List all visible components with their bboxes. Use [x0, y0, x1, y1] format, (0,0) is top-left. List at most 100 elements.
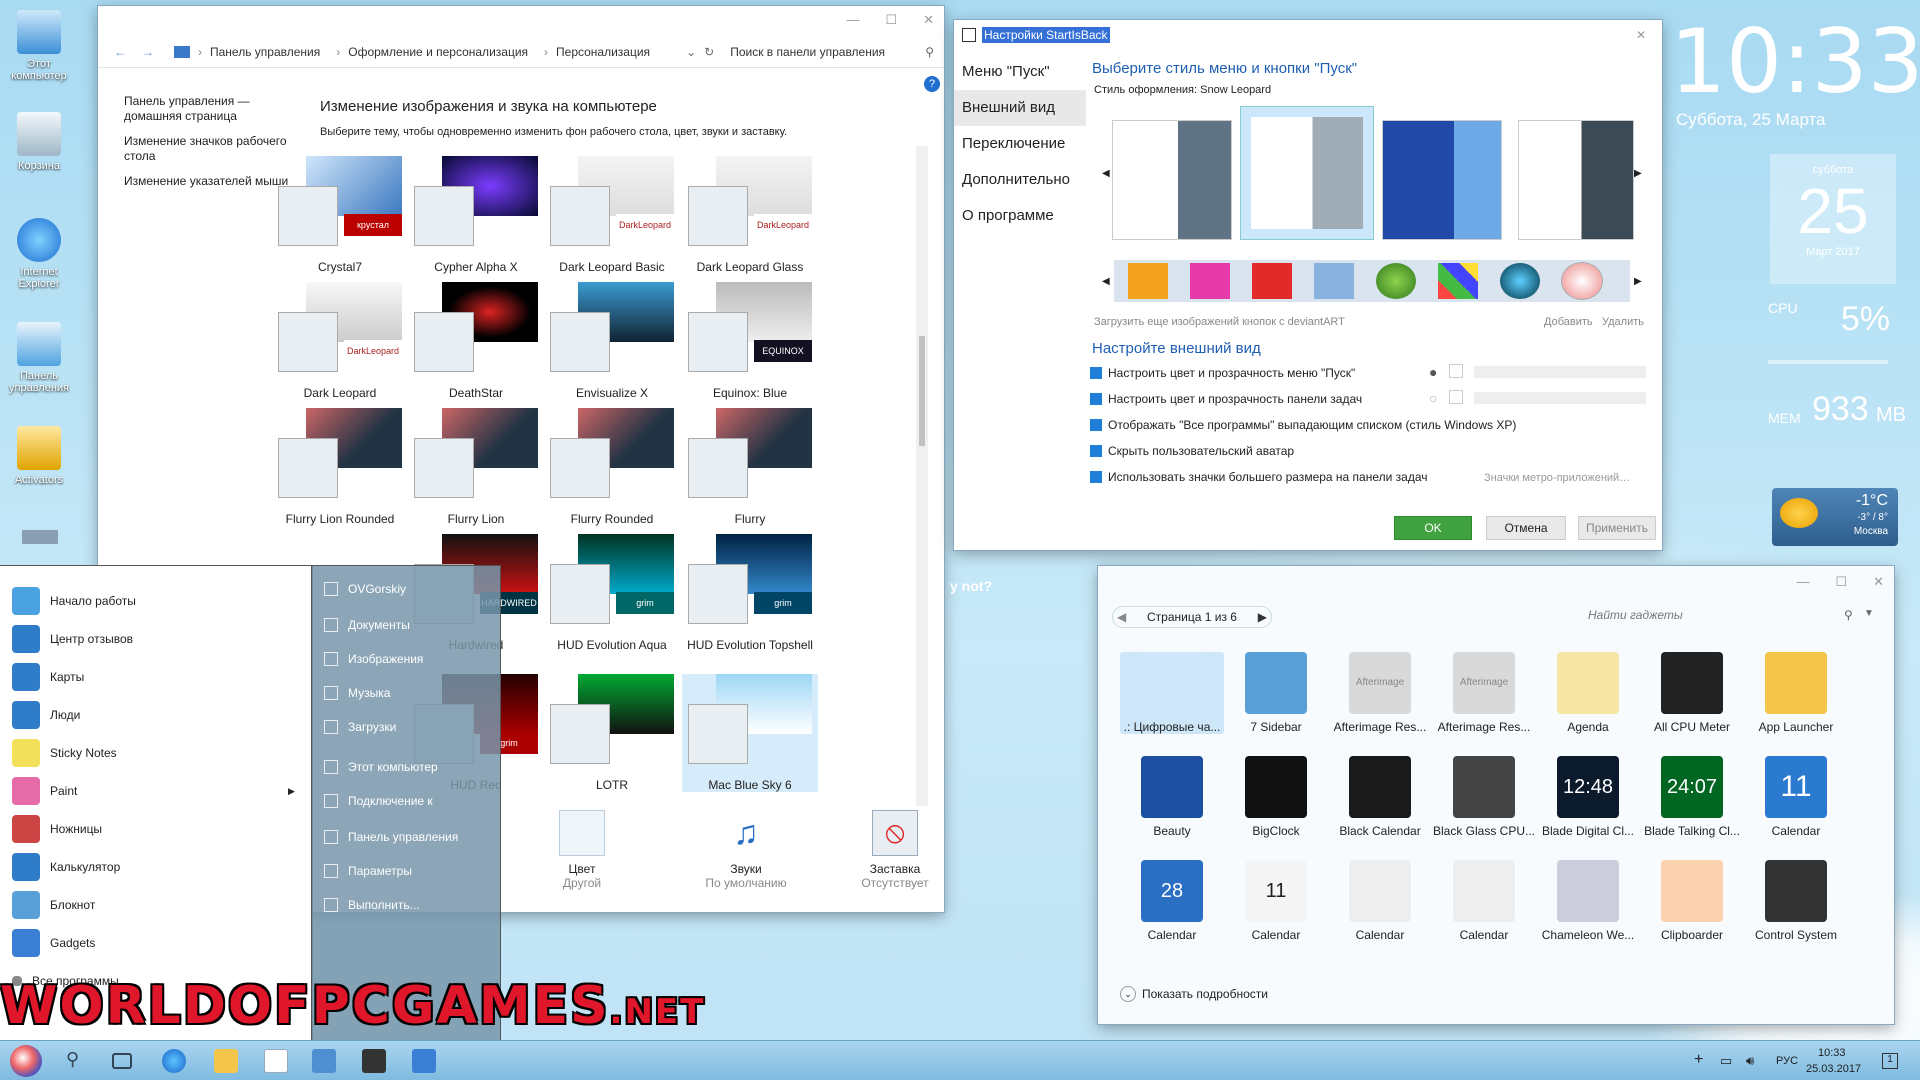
theme-item[interactable]: DeathStar: [408, 282, 544, 400]
close-icon[interactable]: ✕: [1873, 574, 1884, 590]
metro-icons-link[interactable]: Значки метро-приложений…: [1484, 472, 1630, 484]
sounds-setting[interactable]: ♫ Звуки По умолчанию: [676, 810, 816, 890]
search-icon[interactable]: ⚲: [1844, 608, 1853, 622]
theme-item[interactable]: DarkLeopard Dark Leopard Glass: [682, 156, 818, 274]
theme-item[interactable]: Flurry Lion: [408, 408, 544, 526]
theme-item[interactable]: Flurry Rounded: [544, 408, 680, 526]
network-icon[interactable]: ▭: [1720, 1053, 1732, 1069]
checkbox[interactable]: [1090, 445, 1102, 457]
option-all-programs-xp[interactable]: Отображать "Все программы" выпадающим сп…: [1090, 418, 1516, 432]
color-swatch-menu[interactable]: [1449, 364, 1463, 378]
color-setting[interactable]: Цвет Другой: [522, 810, 642, 890]
language-indicator[interactable]: РУС: [1776, 1055, 1798, 1067]
edge-icon[interactable]: [162, 1049, 186, 1073]
opacity-slider-taskbar[interactable]: [1474, 392, 1646, 404]
orb-option-green[interactable]: [1376, 263, 1416, 299]
help-icon[interactable]: ?: [924, 76, 940, 92]
start-menu-place[interactable]: Параметры: [324, 858, 412, 884]
weather-gadget[interactable]: -1°C -3° / 8° Москва: [1772, 488, 1898, 546]
start-menu-place[interactable]: Музыка: [324, 680, 390, 706]
start-menu-place[interactable]: Панель управления: [324, 824, 458, 850]
show-hidden-icons[interactable]: +: [1694, 1051, 1703, 1069]
start-menu-place[interactable]: Загрузки: [324, 714, 396, 740]
gadget-item[interactable]: All CPU Meter: [1640, 652, 1744, 734]
desktop-icon-control-panel[interactable]: Панель управления: [4, 322, 74, 394]
gadget-item[interactable]: .: Цифровые ча...: [1120, 652, 1224, 734]
theme-item[interactable]: Flurry: [682, 408, 818, 526]
gadget-item[interactable]: Clipboarder: [1640, 860, 1744, 942]
search-dropdown-icon[interactable]: ▼: [1864, 608, 1874, 619]
style-preview-1[interactable]: [1112, 120, 1232, 240]
style-preview-2-selected[interactable]: [1240, 106, 1374, 240]
theme-item[interactable]: grim HUD Evolution Topshell: [682, 534, 818, 652]
search-icon[interactable]: ⚲: [66, 1049, 90, 1073]
theme-item[interactable]: Envisualize X: [544, 282, 680, 400]
desktop-icon-recycle-bin[interactable]: Корзина: [4, 112, 74, 172]
volume-icon[interactable]: 🔊︎: [1746, 1053, 1754, 1069]
screensaver-setting[interactable]: ⦸ Заставка Отсутствует: [830, 810, 960, 890]
back-arrow-icon[interactable]: ←: [114, 45, 126, 59]
tab-about[interactable]: О программе: [954, 198, 1086, 234]
apply-button[interactable]: Применить: [1578, 516, 1656, 540]
task-view-icon[interactable]: [112, 1053, 132, 1069]
theme-item[interactable]: крустал Crystal7: [272, 156, 408, 274]
gadget-item[interactable]: 24:07 Blade Talking Cl...: [1640, 756, 1744, 838]
start-menu-item[interactable]: Калькулятор: [12, 850, 120, 884]
start-menu-item[interactable]: Начало работы: [12, 584, 136, 618]
search-icon[interactable]: ⚲: [925, 45, 934, 59]
theme-item[interactable]: grim HUD Evolution Aqua: [544, 534, 680, 652]
prev-style-arrow-icon[interactable]: ◀: [1102, 168, 1110, 179]
prev-page-arrow-icon[interactable]: ◀: [1117, 610, 1126, 624]
minimize-icon[interactable]: —: [846, 12, 859, 28]
next-page-arrow-icon[interactable]: ▶: [1258, 610, 1267, 624]
nav-home[interactable]: Панель управления — домашняя страница: [124, 94, 304, 124]
checkbox[interactable]: [1090, 367, 1102, 379]
desktop-icon-this-pc[interactable]: Этот компьютер: [4, 10, 74, 82]
option-large-icons[interactable]: Использовать значки большего размера на …: [1090, 470, 1428, 484]
cancel-button[interactable]: Отмена: [1486, 516, 1566, 540]
style-preview-3[interactable]: [1382, 120, 1502, 240]
start-menu-place[interactable]: Выполнить...: [324, 892, 420, 918]
orb-option-orange[interactable]: [1128, 263, 1168, 299]
start-menu-place[interactable]: Подключение к: [324, 788, 433, 814]
gadget-item[interactable]: Calendar: [1432, 860, 1536, 942]
orb-option-xp[interactable]: [1438, 263, 1478, 299]
theme-item[interactable]: EQUINOX Equinox: Blue: [682, 282, 818, 400]
scrollbar[interactable]: [916, 146, 928, 806]
prev-orb-arrow-icon[interactable]: ◀: [1102, 276, 1110, 287]
color-swatch-taskbar[interactable]: [1449, 390, 1463, 404]
gadget-item[interactable]: Calendar: [1328, 860, 1432, 942]
theme-item[interactable]: Cypher Alpha X: [408, 156, 544, 274]
theme-item[interactable]: DarkLeopard Dark Leopard Basic: [544, 156, 680, 274]
show-details-toggle[interactable]: ⌄ Показать подробности: [1120, 986, 1268, 1002]
remove-button[interactable]: Удалить: [1602, 316, 1644, 328]
search-input[interactable]: Поиск в панели управления: [730, 45, 885, 59]
deviantart-link[interactable]: Загрузить еще изображений кнопок с devia…: [1094, 316, 1345, 328]
start-menu-item[interactable]: Paint ▶: [12, 774, 295, 808]
next-style-arrow-icon[interactable]: ▶: [1634, 168, 1642, 179]
start-menu-place[interactable]: Изображения: [324, 646, 423, 672]
start-menu-item[interactable]: Люди: [12, 698, 80, 732]
breadcrumb-personalization[interactable]: Персонализация: [556, 45, 650, 59]
tab-advanced[interactable]: Дополнительно: [954, 162, 1086, 198]
checkbox[interactable]: [1090, 471, 1102, 483]
desktop-icon-activators[interactable]: Activators: [4, 426, 74, 486]
maximize-icon[interactable]: ☐: [885, 12, 897, 28]
option-taskbar-color[interactable]: Настроить цвет и прозрачность панели зад…: [1090, 392, 1362, 406]
option-menu-color[interactable]: Настроить цвет и прозрачность меню "Пуск…: [1090, 366, 1355, 380]
gadget-item[interactable]: 7 Sidebar: [1224, 652, 1328, 734]
gadget-item[interactable]: BigClock: [1224, 756, 1328, 838]
orb-option-selected[interactable]: [1561, 262, 1603, 300]
theme-item[interactable]: Mac Blue Sky 6: [682, 674, 818, 792]
gadget-item[interactable]: Beauty: [1120, 756, 1224, 838]
orb-option-alien[interactable]: [1500, 263, 1540, 299]
tab-switching[interactable]: Переключение: [954, 126, 1086, 162]
gadget-item[interactable]: Black Calendar: [1328, 756, 1432, 838]
tab-start-menu[interactable]: Меню "Пуск": [954, 54, 1086, 90]
memory-meter-gadget[interactable]: MEM 933 MB: [1768, 390, 1906, 450]
theme-item[interactable]: Flurry Lion Rounded: [272, 408, 408, 526]
breadcrumb-appearance[interactable]: Оформление и персонализация: [348, 45, 528, 59]
gadget-item[interactable]: Chameleon We...: [1536, 860, 1640, 942]
start-orb-icon[interactable]: [10, 1045, 42, 1077]
orb-option-red[interactable]: [1252, 263, 1292, 299]
